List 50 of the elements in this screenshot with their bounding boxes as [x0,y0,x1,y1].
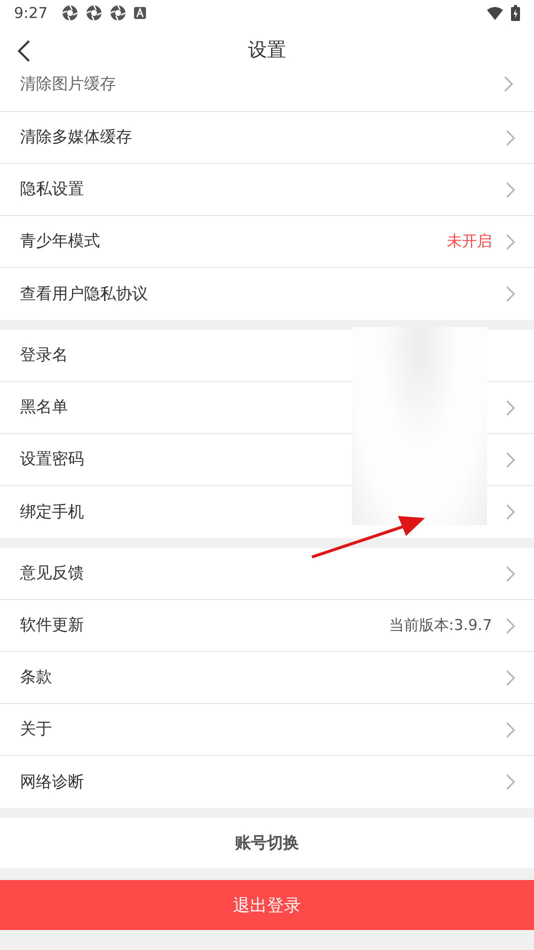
settings-row[interactable]: 绑定手机 [0,486,534,538]
settings-row[interactable]: 清除图片缓存 [0,74,534,112]
chevron-icon [506,452,516,468]
row-label: 关于 [20,719,53,740]
settings-row[interactable]: 青少年模式 未开启 [0,216,534,268]
battery-icon [511,5,520,21]
chevron-icon [506,234,516,250]
row-label: 清除图片缓存 [20,74,117,94]
chevron-icon [506,130,516,146]
notification-icon [134,7,146,19]
row-label: 软件更新 [20,615,85,636]
chevron-icon [506,722,516,738]
row-label: 青少年模式 [20,231,101,252]
row-value: 当前版本:3.9.7 [388,616,492,635]
chevron-icon [506,774,516,790]
row-label: 意见反馈 [20,563,85,584]
switch-account-button[interactable]: 账号切换 [0,818,534,868]
chevron-icon [506,618,516,634]
aperture-icon [86,5,102,21]
row-label: 清除多媒体缓存 [20,127,133,148]
settings-row[interactable]: 关于 [0,704,534,756]
wifi-icon [487,6,503,20]
settings-row[interactable]: 网络诊断 [0,756,534,808]
row-label: 隐私设置 [20,179,85,200]
row-label: 条款 [20,667,53,688]
chevron-icon [506,504,516,520]
back-icon[interactable] [18,40,30,62]
row-label: 设置密码 [20,449,85,470]
page-title: 设置 [248,38,286,63]
settings-row[interactable]: 意见反馈 [0,548,534,600]
chevron-icon [506,182,516,198]
chevron-icon [506,670,516,686]
settings-row[interactable]: 条款 [0,652,534,704]
chevron-icon [504,76,514,92]
row-label: 登录名 [20,345,69,366]
settings-row[interactable]: 软件更新 当前版本:3.9.7 [0,600,534,652]
chevron-icon [506,286,516,302]
settings-row[interactable]: 查看用户隐私协议 [0,268,534,320]
settings-row[interactable]: 隐私设置 [0,164,534,216]
row-label: 网络诊断 [20,772,85,792]
status-time: 9:27 [14,4,48,22]
aperture-icon [110,5,126,21]
row-label: 绑定手机 [20,502,85,522]
chevron-icon [506,566,516,582]
row-value: 未开启 [447,232,492,251]
chevron-icon [506,400,516,416]
row-label: 黑名单 [20,397,69,418]
aperture-icon [62,5,78,21]
row-label: 查看用户隐私协议 [20,284,149,304]
settings-row[interactable]: 清除多媒体缓存 [0,112,534,164]
